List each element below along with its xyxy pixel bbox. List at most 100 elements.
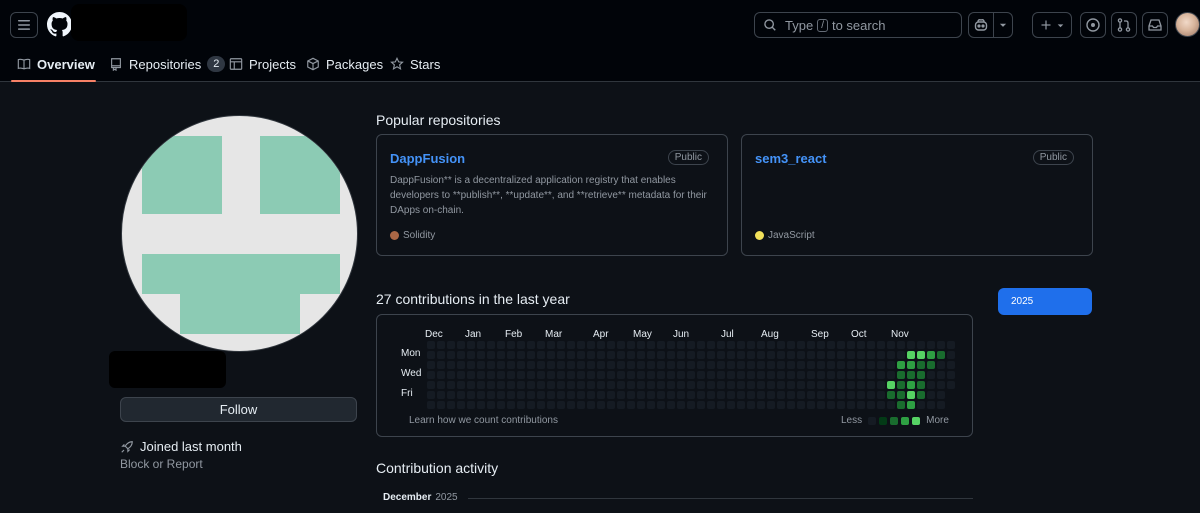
copilot-button[interactable] bbox=[968, 12, 994, 38]
contribution-day-cell[interactable] bbox=[887, 351, 895, 359]
contribution-day-cell[interactable] bbox=[947, 351, 955, 359]
contribution-day-cell[interactable] bbox=[577, 351, 585, 359]
contribution-day-cell[interactable] bbox=[717, 351, 725, 359]
contribution-day-cell[interactable] bbox=[447, 371, 455, 379]
contribution-day-cell[interactable] bbox=[757, 391, 765, 399]
contribution-day-cell[interactable] bbox=[837, 341, 845, 349]
contribution-day-cell[interactable] bbox=[567, 371, 575, 379]
contribution-day-cell[interactable] bbox=[717, 361, 725, 369]
contribution-day-cell[interactable] bbox=[627, 381, 635, 389]
contribution-day-cell[interactable] bbox=[497, 401, 505, 409]
contribution-day-cell[interactable] bbox=[597, 381, 605, 389]
contribution-day-cell[interactable] bbox=[617, 371, 625, 379]
contribution-day-cell[interactable] bbox=[617, 381, 625, 389]
contribution-day-cell[interactable] bbox=[577, 381, 585, 389]
contribution-day-cell[interactable] bbox=[517, 401, 525, 409]
contribution-day-cell[interactable] bbox=[917, 341, 925, 349]
contribution-day-cell[interactable] bbox=[797, 391, 805, 399]
contribution-day-cell[interactable] bbox=[447, 391, 455, 399]
contribution-day-cell[interactable] bbox=[867, 351, 875, 359]
contribution-day-cell[interactable] bbox=[787, 401, 795, 409]
contribution-day-cell[interactable] bbox=[557, 391, 565, 399]
contribution-day-cell[interactable] bbox=[617, 401, 625, 409]
contribution-day-cell[interactable] bbox=[627, 401, 635, 409]
contribution-day-cell[interactable] bbox=[517, 371, 525, 379]
contribution-day-cell[interactable] bbox=[827, 351, 835, 359]
contribution-day-cell[interactable] bbox=[667, 391, 675, 399]
contribution-day-cell[interactable] bbox=[687, 371, 695, 379]
contribution-day-cell[interactable] bbox=[487, 371, 495, 379]
contribution-day-cell[interactable] bbox=[867, 401, 875, 409]
contribution-day-cell[interactable] bbox=[777, 371, 785, 379]
contribution-day-cell[interactable] bbox=[517, 381, 525, 389]
contribution-day-cell[interactable] bbox=[507, 391, 515, 399]
contribution-day-cell[interactable] bbox=[847, 391, 855, 399]
contribution-day-cell[interactable] bbox=[527, 361, 535, 369]
contribution-day-cell[interactable] bbox=[697, 341, 705, 349]
block-or-report-link[interactable]: Block or Report bbox=[120, 457, 203, 471]
contribution-day-cell[interactable] bbox=[597, 391, 605, 399]
contribution-day-cell[interactable] bbox=[707, 391, 715, 399]
contribution-day-cell[interactable] bbox=[907, 381, 915, 389]
inbox-button[interactable] bbox=[1142, 12, 1168, 38]
contribution-day-cell[interactable] bbox=[577, 371, 585, 379]
contribution-day-cell[interactable] bbox=[847, 351, 855, 359]
contribution-day-cell[interactable] bbox=[837, 371, 845, 379]
contribution-day-cell[interactable] bbox=[877, 401, 885, 409]
contribution-day-cell[interactable] bbox=[827, 341, 835, 349]
contribution-day-cell[interactable] bbox=[557, 351, 565, 359]
contribution-day-cell[interactable] bbox=[727, 361, 735, 369]
contribution-day-cell[interactable] bbox=[777, 351, 785, 359]
contribution-day-cell[interactable] bbox=[477, 381, 485, 389]
contribution-day-cell[interactable] bbox=[437, 371, 445, 379]
contribution-day-cell[interactable] bbox=[897, 371, 905, 379]
contribution-day-cell[interactable] bbox=[777, 381, 785, 389]
contribution-day-cell[interactable] bbox=[777, 401, 785, 409]
contribution-day-cell[interactable] bbox=[817, 391, 825, 399]
contribution-day-cell[interactable] bbox=[657, 401, 665, 409]
contribution-day-cell[interactable] bbox=[487, 381, 495, 389]
contribution-day-cell[interactable] bbox=[457, 341, 465, 349]
contribution-day-cell[interactable] bbox=[667, 381, 675, 389]
contribution-day-cell[interactable] bbox=[707, 341, 715, 349]
contribution-day-cell[interactable] bbox=[837, 361, 845, 369]
contribution-day-cell[interactable] bbox=[787, 381, 795, 389]
contribution-day-cell[interactable] bbox=[607, 401, 615, 409]
contribution-day-cell[interactable] bbox=[947, 341, 955, 349]
contribution-day-cell[interactable] bbox=[547, 361, 555, 369]
contribution-day-cell[interactable] bbox=[497, 371, 505, 379]
contribution-day-cell[interactable] bbox=[707, 371, 715, 379]
contribution-day-cell[interactable] bbox=[877, 391, 885, 399]
contribution-day-cell[interactable] bbox=[817, 351, 825, 359]
contribution-day-cell[interactable] bbox=[697, 381, 705, 389]
contribution-day-cell[interactable] bbox=[627, 361, 635, 369]
contribution-day-cell[interactable] bbox=[527, 341, 535, 349]
contribution-day-cell[interactable] bbox=[457, 351, 465, 359]
contribution-day-cell[interactable] bbox=[917, 361, 925, 369]
contribution-day-cell[interactable] bbox=[917, 381, 925, 389]
contribution-day-cell[interactable] bbox=[737, 361, 745, 369]
create-new-button[interactable] bbox=[1032, 12, 1072, 38]
contribution-day-cell[interactable] bbox=[897, 391, 905, 399]
issues-button[interactable] bbox=[1080, 12, 1106, 38]
contribution-day-cell[interactable] bbox=[427, 401, 435, 409]
contribution-day-cell[interactable] bbox=[657, 361, 665, 369]
contribution-day-cell[interactable] bbox=[887, 391, 895, 399]
contribution-day-cell[interactable] bbox=[897, 351, 905, 359]
contribution-day-cell[interactable] bbox=[837, 381, 845, 389]
contribution-day-cell[interactable] bbox=[927, 371, 935, 379]
menu-button[interactable] bbox=[10, 12, 38, 38]
contribution-day-cell[interactable] bbox=[437, 361, 445, 369]
contribution-day-cell[interactable] bbox=[507, 401, 515, 409]
contribution-day-cell[interactable] bbox=[557, 401, 565, 409]
contribution-day-cell[interactable] bbox=[737, 391, 745, 399]
contribution-day-cell[interactable] bbox=[467, 381, 475, 389]
contribution-day-cell[interactable] bbox=[507, 361, 515, 369]
contribution-day-cell[interactable] bbox=[837, 401, 845, 409]
contribution-day-cell[interactable] bbox=[657, 341, 665, 349]
contribution-day-cell[interactable] bbox=[497, 361, 505, 369]
contribution-day-cell[interactable] bbox=[947, 381, 955, 389]
contribution-day-cell[interactable] bbox=[457, 371, 465, 379]
contribution-day-cell[interactable] bbox=[767, 391, 775, 399]
contribution-day-cell[interactable] bbox=[587, 341, 595, 349]
